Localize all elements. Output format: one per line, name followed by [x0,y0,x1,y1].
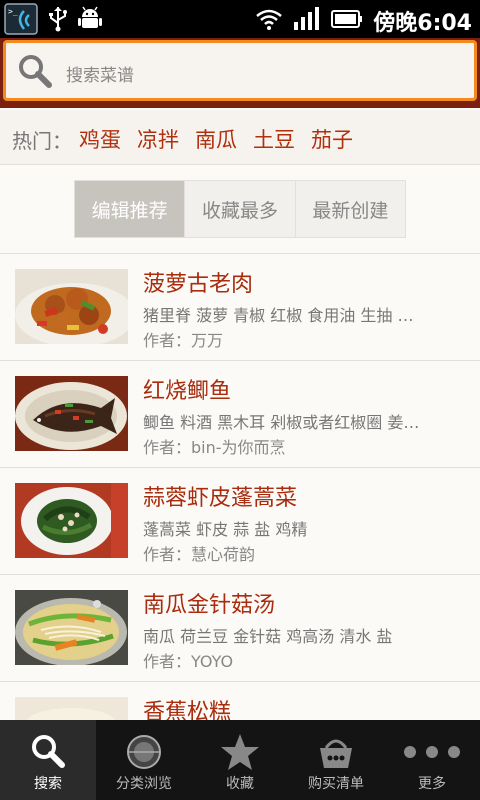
recipe-ingredients: 蓬蒿菜 虾皮 蒜 盐 鸡精 [143,520,308,539]
nav-search[interactable]: 搜索 [0,720,96,800]
hot-tag-pumpkin[interactable]: 南瓜 [195,124,237,154]
wifi-icon [255,7,283,35]
recipe-thumbnail [15,269,128,344]
nav-label: 购买清单 [308,776,364,792]
hot-tag-egg[interactable]: 鸡蛋 [79,124,121,154]
search-input[interactable]: 搜索菜谱 [3,40,477,101]
nav-more[interactable]: 更多 [384,720,480,800]
more-dots-icon [402,732,462,772]
recipe-title: 红烧鲫鱼 [143,379,232,404]
nav-shopping-list[interactable]: 购买清单 [288,720,384,800]
tab-newest[interactable]: 最新创建 [296,181,405,237]
terminal-app-icon: >_ [4,3,38,39]
hot-label: 热门： [12,129,72,153]
bottom-nav: 搜索 分类浏览 收藏 购买清单 更多 [0,720,480,800]
nav-label: 收藏 [226,776,254,792]
nav-label: 更多 [418,776,446,792]
basket-icon [316,732,356,772]
recipe-thumbnail [15,697,128,722]
search-placeholder: 搜索菜谱 [66,66,134,86]
recipe-title: 南瓜金针菇汤 [143,593,276,618]
recipe-author: 作者：bin-为你而烹 [143,438,286,457]
list-item[interactable]: 蒜蓉虾皮蓬蒿菜 蓬蒿菜 虾皮 蒜 盐 鸡精 作者：慧心荷韵 [0,468,480,575]
clock: 傍晚6:04 [373,11,472,36]
signal-icon [293,7,321,35]
hot-tag-eggplant[interactable]: 茄子 [311,124,353,154]
list-item[interactable]: 菠萝古老肉 猪里脊 菠萝 青椒 红椒 食用油 生抽 … 作者：万万 [0,254,480,361]
android-debug-icon [78,6,102,36]
star-icon [220,732,260,772]
search-icon [28,732,68,772]
recipe-ingredients: 鲫鱼 料酒 黑木耳 剁椒或者红椒圈 姜… [143,413,420,432]
recipe-author: 作者：万万 [143,331,224,350]
recipe-title: 蒜蓉虾皮蓬蒿菜 [143,486,298,511]
svg-text:>_: >_ [8,7,18,16]
sort-tabs: 编辑推荐 收藏最多 最新创建 [74,180,406,238]
list-item[interactable]: 香蕉松糕 [0,682,480,725]
nav-category[interactable]: 分类浏览 [96,720,192,800]
usb-icon [48,6,68,36]
search-icon [17,53,53,93]
recipe-title: 菠萝古老肉 [143,272,254,297]
category-icon [124,732,164,772]
hot-tag-cold-dish[interactable]: 凉拌 [137,124,179,154]
recipe-thumbnail [15,376,128,451]
nav-label: 分类浏览 [116,776,172,792]
recipe-ingredients: 南瓜 荷兰豆 金针菇 鸡高汤 清水 盐 [143,627,393,646]
recipe-author: 作者：慧心荷韵 [143,545,256,564]
recipe-thumbnail [15,590,128,665]
battery-icon [331,8,363,34]
list-item[interactable]: 南瓜金针菇汤 南瓜 荷兰豆 金针菇 鸡高汤 清水 盐 作者：YOYO [0,575,480,682]
recipe-ingredients: 猪里脊 菠萝 青椒 红椒 食用油 生抽 … [143,306,414,325]
recipe-list: 菠萝古老肉 猪里脊 菠萝 青椒 红椒 食用油 生抽 … 作者：万万 红烧鲫鱼 鲫… [0,254,480,725]
nav-label: 搜索 [34,776,62,792]
recipe-author: 作者：YOYO [143,652,234,671]
nav-favorites[interactable]: 收藏 [192,720,288,800]
recipe-thumbnail [15,483,128,558]
hot-keywords-bar: 热门： 鸡蛋 凉拌 南瓜 土豆 茄子 [0,110,480,165]
hot-tag-potato[interactable]: 土豆 [253,124,295,154]
hot-tags: 鸡蛋 凉拌 南瓜 土豆 茄子 [79,124,353,154]
status-bar: >_ 傍晚6:04 [0,0,480,38]
list-item[interactable]: 红烧鲫鱼 鲫鱼 料酒 黑木耳 剁椒或者红椒圈 姜… 作者：bin-为你而烹 [0,361,480,468]
tab-most-favorited[interactable]: 收藏最多 [185,181,296,237]
tab-editor-picks[interactable]: 编辑推荐 [75,181,186,237]
search-header: 搜索菜谱 [0,38,480,108]
